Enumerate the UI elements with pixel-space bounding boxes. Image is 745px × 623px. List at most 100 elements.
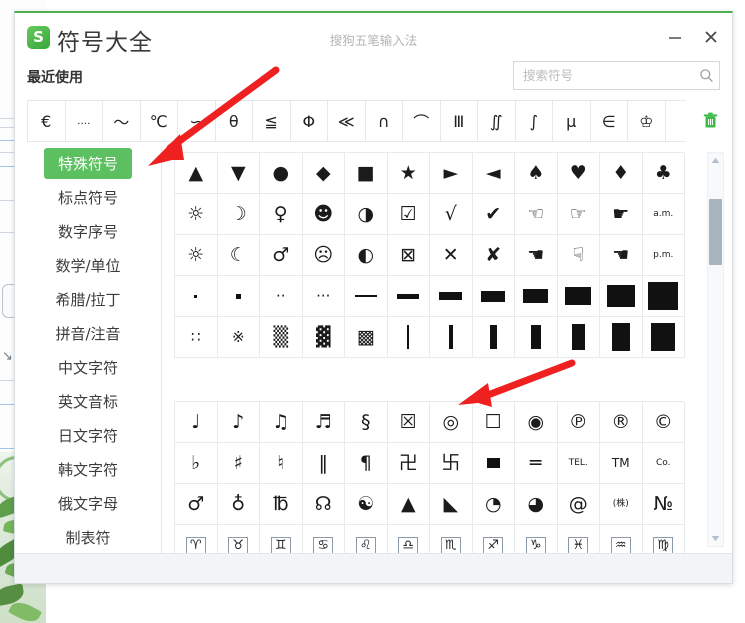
symbol-cell[interactable]: [642, 276, 685, 317]
symbol-cell[interactable]: №: [642, 484, 685, 525]
symbol-cell[interactable]: ♬: [302, 402, 345, 443]
symbol-cell[interactable]: ▼: [217, 153, 260, 194]
symbol-cell[interactable]: ···: [302, 276, 345, 317]
symbol-cell[interactable]: ◆: [302, 153, 345, 194]
symbol-cell[interactable]: ♀: [260, 194, 303, 235]
sidebar-item-8[interactable]: 日文字符: [15, 418, 161, 452]
minimize-button[interactable]: [664, 26, 686, 48]
recent-symbol[interactable]: ∽: [178, 101, 216, 141]
symbol-cell[interactable]: ✘: [472, 235, 515, 276]
symbol-cell[interactable]: ※: [217, 317, 260, 358]
symbol-cell[interactable]: (株): [600, 484, 643, 525]
symbol-cell[interactable]: [600, 276, 643, 317]
recent-symbol[interactable]: Φ: [291, 101, 328, 141]
symbol-grid-group-1[interactable]: ▲ ▼ ● ◆ ■ ★ ► ◄ ♠ ♥ ♦ ♣ ☼ ☽ ♀ ☻ ◑ ☑ √ ✔ ☜ ☞ ☛ a.m. ☼ ☾ ♂ ☹ ◐ ⊠ ✕ ✘ ☚ ☟ ☚ p.…: [174, 152, 685, 358]
recent-symbol[interactable]: ≪: [328, 101, 366, 141]
symbol-cell[interactable]: ☼: [175, 194, 218, 235]
symbol-cell[interactable]: p.m.: [642, 235, 685, 276]
sidebar-item-7[interactable]: 英文音标: [15, 384, 161, 418]
recent-symbol[interactable]: €: [28, 101, 66, 141]
recent-symbol[interactable]: μ: [553, 101, 591, 141]
symbol-cell[interactable]: [430, 276, 473, 317]
symbol-cell[interactable]: ★: [387, 153, 430, 194]
symbol-cell[interactable]: ☽: [217, 194, 260, 235]
symbol-cell[interactable]: §: [345, 402, 388, 443]
recent-symbol[interactable]: ‥‥: [66, 101, 103, 141]
recent-symbol[interactable]: θ: [216, 101, 253, 141]
symbol-cell[interactable]: TM: [600, 443, 643, 484]
sidebar-item-0[interactable]: 特殊符号: [15, 146, 161, 180]
symbol-cell[interactable]: ◄: [472, 153, 515, 194]
symbol-cell[interactable]: ◐: [345, 235, 388, 276]
symbol-cell[interactable]: ☾: [217, 235, 260, 276]
symbol-cell[interactable]: ■: [345, 153, 388, 194]
scrollbar-thumb[interactable]: [709, 199, 722, 265]
symbol-cell[interactable]: [472, 317, 515, 358]
symbol-cell[interactable]: 卐: [430, 443, 473, 484]
symbol-cell[interactable]: Co.: [642, 443, 685, 484]
symbol-cell[interactable]: ◔: [472, 484, 515, 525]
symbol-cell[interactable]: √: [430, 194, 473, 235]
symbol-grid-group-2[interactable]: ♩ ♪ ♫ ♬ § ☒ ◎ ☐ ◉ ℗ ® © ♭ ♯ ♮ ‖ ¶ 卍卐 ═ TEL. TM Co. ♂ ♁ ℔ ☊ ☯ ▲ ◣ ◔ ◕ @(…: [174, 401, 685, 553]
symbol-cell[interactable]: ®: [600, 402, 643, 443]
symbol-cell[interactable]: ♂: [260, 235, 303, 276]
symbol-cell[interactable]: ▲: [175, 153, 218, 194]
symbol-cell[interactable]: ☑: [387, 194, 430, 235]
symbol-cell[interactable]: ☜: [515, 194, 558, 235]
symbol-cell[interactable]: [472, 443, 515, 484]
symbol-cell[interactable]: ♏: [430, 525, 473, 553]
symbol-cell[interactable]: ♓: [558, 525, 600, 553]
symbol-cell[interactable]: ♠: [515, 153, 558, 194]
recent-symbol[interactable]: ℃: [141, 101, 178, 141]
symbol-cell[interactable]: ▩: [345, 317, 388, 358]
symbol-cell[interactable]: ☚: [600, 235, 643, 276]
symbol-panel[interactable]: ▲ ▼ ● ◆ ■ ★ ► ◄ ♠ ♥ ♦ ♣ ☼ ☽ ♀ ☻ ◑ ☑ √ ✔ ☜ ☞ ☛ a.m. ☼ ☾ ♂ ☹ ◐ ⊠ ✕ ✘ ☚ ☟ ☚ p.…: [162, 146, 732, 553]
sidebar-item-3[interactable]: 数学/单位: [15, 248, 161, 282]
symbol-cell[interactable]: ☚: [515, 235, 558, 276]
symbol-cell[interactable]: ∷: [175, 317, 218, 358]
symbol-cell[interactable]: ►: [430, 153, 473, 194]
sidebar-item-11[interactable]: 制表符: [15, 520, 161, 554]
symbol-cell[interactable]: ♋: [303, 525, 345, 553]
symbol-cell[interactable]: ♑: [515, 525, 558, 553]
symbol-cell[interactable]: ℗: [557, 402, 600, 443]
symbol-cell[interactable]: [217, 276, 260, 317]
symbol-cell[interactable]: ℔: [260, 484, 303, 525]
symbol-cell[interactable]: [600, 317, 643, 358]
symbol-cell[interactable]: ♐: [473, 525, 515, 553]
symbol-cell[interactable]: [175, 276, 218, 317]
symbol-cell[interactable]: ✔: [472, 194, 515, 235]
symbol-cell[interactable]: ☒: [387, 402, 430, 443]
symbol-cell[interactable]: ☹: [302, 235, 345, 276]
symbol-cell[interactable]: ♁: [217, 484, 260, 525]
symbol-cell[interactable]: ♈: [175, 525, 218, 553]
sidebar-item-9[interactable]: 韩文字符: [15, 452, 161, 486]
recent-symbol[interactable]: ∫: [516, 101, 553, 141]
symbol-cell[interactable]: [345, 276, 388, 317]
sidebar-item-10[interactable]: 俄文字母: [15, 486, 161, 520]
symbol-cell[interactable]: ☞: [557, 194, 600, 235]
symbol-cell[interactable]: ©: [642, 402, 685, 443]
symbol-cell[interactable]: ⊠: [387, 235, 430, 276]
category-sidebar[interactable]: 特殊符号 标点符号 数字序号 数学/单位 希腊/拉丁 拼音/注音 中文字符 英文音标 日文字符韩…: [15, 146, 162, 553]
symbol-cell[interactable]: ♊: [260, 525, 303, 553]
symbol-cell[interactable]: [642, 317, 685, 358]
symbol-cell[interactable]: ☻: [302, 194, 345, 235]
symbol-cell[interactable]: ♒: [600, 525, 643, 553]
scroll-up-icon[interactable]: [708, 153, 723, 168]
symbol-cell[interactable]: [387, 317, 430, 358]
symbol-cell[interactable]: ♩: [175, 402, 218, 443]
symbol-cell[interactable]: ♌: [345, 525, 388, 553]
recent-symbol[interactable]: ∬: [478, 101, 516, 141]
sidebar-item-2[interactable]: 数字序号: [15, 214, 161, 248]
symbol-cell[interactable]: ♭: [175, 443, 218, 484]
symbol-cell[interactable]: ♍: [643, 525, 685, 553]
symbol-cell[interactable]: ♎: [388, 525, 430, 553]
sidebar-item-5[interactable]: 拼音/注音: [15, 316, 161, 350]
clear-recent-button[interactable]: [696, 100, 724, 140]
recent-symbols-strip[interactable]: € ‥‥ ～ ℃ ∽ θ ≦ Φ ≪ ∩ ⌒ Ⅲ ∬ ∫ μ ∈ ♔: [27, 100, 686, 142]
symbol-cell[interactable]: ♫: [260, 402, 303, 443]
symbol-cell[interactable]: ▓: [302, 317, 345, 358]
symbol-cell[interactable]: ☟: [557, 235, 600, 276]
symbol-cell[interactable]: ‖: [302, 443, 345, 484]
